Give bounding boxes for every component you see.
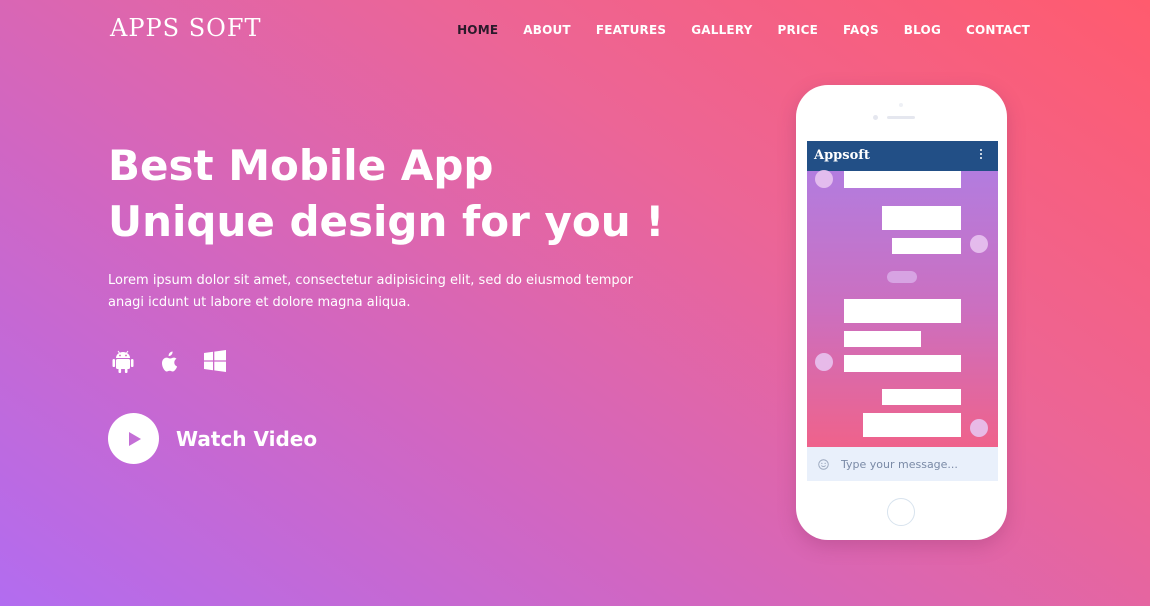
play-video-button[interactable] (108, 413, 159, 464)
nav-gallery[interactable]: GALLERY (691, 23, 752, 37)
chat-avatar (815, 353, 833, 371)
windows-icon[interactable] (202, 348, 228, 374)
nav-faqs[interactable]: FAQS (843, 23, 879, 37)
phone-home-button (887, 498, 915, 526)
watch-video: Watch Video (108, 413, 317, 464)
message-input-bar (807, 447, 998, 481)
chat-bubble-incoming (844, 331, 921, 347)
apple-icon[interactable] (156, 348, 182, 374)
watch-video-label[interactable]: Watch Video (176, 427, 317, 451)
phone-camera (873, 115, 878, 120)
chat-app-title: Appsoft (814, 148, 870, 163)
phone-sensor (899, 103, 903, 107)
nav-home[interactable]: HOME (457, 23, 498, 37)
hero-description: Lorem ipsum dolor sit amet, consectetur … (108, 270, 688, 314)
hero-title-line-2: Unique design for you ! (108, 197, 665, 246)
android-icon[interactable] (110, 348, 136, 374)
nav-blog[interactable]: BLOG (904, 23, 941, 37)
nav-features[interactable]: FEATURES (596, 23, 666, 37)
message-input[interactable] (841, 457, 981, 471)
brand-logo[interactable]: APPS SOFT (110, 14, 261, 42)
phone-screen: Appsoft (807, 141, 998, 481)
chat-avatar (970, 419, 988, 437)
hero-title: Best Mobile App Unique design for you ! (108, 138, 664, 250)
chat-bubble-outgoing (882, 389, 961, 405)
more-vertical-icon[interactable] (980, 149, 984, 163)
nav-contact[interactable]: CONTACT (966, 23, 1030, 37)
main-nav: HOME ABOUT FEATURES GALLERY PRICE FAQS B… (432, 23, 1030, 37)
chat-avatar (815, 170, 833, 188)
chat-bubble-outgoing (882, 206, 961, 230)
hero-description-line-2: anagi icdunt ut labore et dolore magna a… (108, 295, 411, 310)
chat-bubble-incoming (844, 355, 961, 372)
play-icon (128, 431, 141, 446)
chat-app-bar: Appsoft (807, 141, 998, 171)
typing-indicator (887, 271, 917, 283)
nav-price[interactable]: PRICE (778, 23, 819, 37)
emoji-icon[interactable] (818, 458, 829, 470)
chat-avatar (970, 235, 988, 253)
platform-icons (110, 348, 228, 374)
hero-description-line-1: Lorem ipsum dolor sit amet, consectetur … (108, 273, 633, 288)
phone-speaker (887, 116, 915, 119)
chat-bubble-incoming (844, 299, 961, 323)
nav-about[interactable]: ABOUT (523, 23, 571, 37)
chat-bubble-incoming (844, 171, 961, 188)
hero-title-line-1: Best Mobile App (108, 141, 494, 190)
chat-bubble-outgoing (892, 238, 961, 254)
chat-bubble-outgoing (863, 413, 961, 437)
